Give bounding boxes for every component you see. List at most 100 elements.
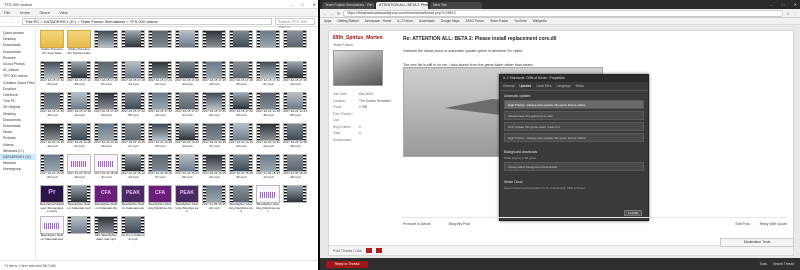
file-item[interactable]: 2017-10-22 14-18-35.mp4 <box>256 92 280 122</box>
bookmark-item[interactable]: Apps <box>324 18 331 24</box>
file-item[interactable]: 2017-10-15 17-50-09.mp4 <box>202 92 226 122</box>
file-item[interactable]: 2017-10-22 15-04-18.mp4 <box>67 154 91 184</box>
close-icon[interactable]: ✕ <box>794 0 797 9</box>
file-item[interactable]: 2017-10-15 17-23-40.mp4 <box>175 61 199 91</box>
bookmark-item[interactable]: Aerospace - Home <box>365 18 392 24</box>
file-item[interactable]: Pr BeaufighterMultiplayer-Shenanigans.prp… <box>40 185 64 215</box>
dialog-tab[interactable]: General <box>503 84 514 88</box>
close-icon[interactable]: ✕ <box>313 0 316 8</box>
reply-to-thread-button[interactable]: Reply to Thread <box>326 260 368 268</box>
file-item[interactable]: 2017-10-22 14-45-37.mp4 <box>202 123 226 153</box>
file-item[interactable]: 2017-10-15 17-26-18.mp4 <box>202 61 226 91</box>
file-item[interactable]: 2017-10-22 14-42-13.mp4 <box>175 123 199 153</box>
bookmark-item[interactable]: ATAG Forum <box>466 18 484 24</box>
file-item[interactable] <box>67 216 91 246</box>
bookmark-item[interactable]: Getting Started <box>337 18 358 24</box>
file-item[interactable]: 2017-10-22 14-28-41.mp4 <box>67 123 91 153</box>
menu-icon[interactable]: ⋮ <box>793 11 797 16</box>
minimize-icon[interactable]: – <box>770 0 772 9</box>
file-item[interactable]: CFA Beaufighter Raid on Kalamaki.cfa <box>94 185 118 215</box>
bookmark-item[interactable]: Google Maps <box>441 18 460 24</box>
ribbon-tab-share[interactable]: Share <box>39 10 50 15</box>
file-item[interactable]: 2017-10-15 17-28-55.mp4 <box>229 61 253 91</box>
browser-tab[interactable]: Team Fusion Simulations - Re: ATTENTION … <box>322 2 374 9</box>
url-input[interactable]: https://theairtacticalassaultgroup.com/f… <box>343 9 784 17</box>
file-item[interactable]: 2017-10-15 17-33-29.mp4 <box>283 61 307 91</box>
back-arrow-icon[interactable]: ← <box>323 11 327 16</box>
forward-arrow-icon[interactable]: → <box>330 11 334 16</box>
file-item[interactable]: 2017-10-22 14-35-27.mp4 <box>121 123 145 153</box>
nav-item[interactable]: Homegroup <box>0 166 35 172</box>
background-download-select[interactable]: Always allow background downloads <box>504 162 644 171</box>
file-item[interactable]: 2017-10-15 17-38-12.mp4 <box>67 92 91 122</box>
file-item[interactable]: 2017-10-22 14-55-48.mp4 <box>283 123 307 153</box>
search-input[interactable]: Search TFS 000 videos <box>275 18 315 29</box>
promote-to-article-link[interactable]: Promote to Article <box>403 222 431 226</box>
file-item[interactable]: Adobe Premiere Pro Preview Files <box>67 30 91 60</box>
maximize-icon[interactable]: □ <box>301 0 303 8</box>
file-item[interactable]: 2017-10-15 17-14-35.mp4 <box>67 61 91 91</box>
file-item[interactable] <box>148 30 172 60</box>
address-path[interactable]: This PC > DATADRIVE1 (D:) > Team Fusion … <box>22 18 272 25</box>
browser-tab[interactable]: New Tab <box>430 2 482 9</box>
file-item[interactable]: 2017-10-22 14-49-02.mp4 <box>229 123 253 153</box>
dialog-tab[interactable]: Local Files <box>536 84 551 88</box>
file-item[interactable]: 2017-11-05 18-40-12.mp4 <box>256 154 280 184</box>
nav-item[interactable]: Creative Cloud Files <box>0 80 35 86</box>
file-item[interactable]: 2017-10-22 14-32-06.mp4 <box>94 123 118 153</box>
file-item[interactable]: Adobe Premiere Pro Auto-Save <box>40 30 64 60</box>
file-item[interactable]: 2017-10-22 15-12-44.mp4 <box>121 154 145 184</box>
reload-icon[interactable]: ↻ <box>337 11 340 16</box>
bookmark-item[interactable]: IL-2 Forum <box>397 18 413 24</box>
author-name[interactable]: 69th_Spirtus_Morten <box>333 35 393 41</box>
file-item[interactable]: 2017-10-15 17-18-44.mp4 <box>121 61 145 91</box>
file-item[interactable] <box>229 30 253 60</box>
like-icon[interactable] <box>375 248 382 253</box>
file-item[interactable]: 2017-10-15 17-40-33.mp4 <box>94 92 118 122</box>
dialog-close-button[interactable]: CLOSE <box>624 210 642 216</box>
back-arrow-icon[interactable]: ← <box>3 19 7 24</box>
search-thread-link[interactable]: Search Thread <box>773 262 794 266</box>
bookmark-item[interactable]: Downloads <box>419 18 435 24</box>
file-item[interactable]: PEAK Beaufighter Raid on Kalamaki.pek <box>121 185 145 215</box>
file-item[interactable]: 2017-10-22 15-00-06.mp4 <box>40 154 64 184</box>
file-item[interactable]: Beaufighter Raid on Kalamaki.wav <box>40 216 64 246</box>
file-item[interactable]: 2017-10-22 15-25-22.mp4 <box>202 154 226 184</box>
dialog-tab[interactable]: Betas <box>576 84 584 88</box>
file-item[interactable] <box>283 30 307 60</box>
moderation-tools-button[interactable]: Moderation Tools <box>720 238 794 247</box>
file-item[interactable]: Ro Dorm Kalamaki.mp4 <box>121 216 145 246</box>
file-item[interactable] <box>121 30 145 60</box>
ribbon-tab-home[interactable]: Home <box>20 10 31 15</box>
file-item[interactable]: Beaufighter Attacking Warships.mp4 <box>229 185 253 215</box>
file-item[interactable]: 2017-10-15 17-35-48.mp4 <box>40 92 64 122</box>
ribbon-tab-file[interactable]: File <box>4 10 10 15</box>
ribbon-tab-view[interactable]: View <box>59 10 68 15</box>
up-arrow-icon[interactable]: ↑ <box>17 19 19 24</box>
dialog-tab[interactable]: Updates <box>519 84 531 88</box>
maximize-icon[interactable]: □ <box>782 0 784 9</box>
file-item[interactable]: 2017-10-15 17-12-09.mp4 <box>40 61 64 91</box>
file-item[interactable]: Beaufighter Raid on Kalamaki.mp4 <box>67 185 91 215</box>
blog-this-post-link[interactable]: Blog this Post <box>449 222 470 226</box>
file-item[interactable] <box>283 185 307 215</box>
reply-with-quote-button[interactable]: Reply With Quote <box>760 222 787 226</box>
update-option[interactable]: High Priority - Always auto-update this … <box>504 133 644 142</box>
forward-arrow-icon[interactable]: → <box>10 19 14 24</box>
bookmark-item[interactable]: Wikipedia <box>533 18 547 24</box>
file-item[interactable]: 2017-10-15 17-52-30.mp4 <box>229 92 253 122</box>
file-item[interactable]: 2017-10-15 17-16-51.mp4 <box>94 61 118 91</box>
thanks-icon[interactable] <box>365 248 372 253</box>
file-item[interactable] <box>175 30 199 60</box>
dialog-tab[interactable]: Language <box>556 84 570 88</box>
update-option[interactable]: Always keep this game up to date <box>504 111 644 120</box>
file-item[interactable]: 2017-10-22 14-21-55.mp4 <box>283 92 307 122</box>
browser-tab-active[interactable]: ATTENTION ALL: BETA 2: Please install re… <box>376 2 428 9</box>
file-item[interactable]: 2017-10-22 15-29-35.mp4 <box>229 154 253 184</box>
update-option[interactable]: Only update this game when I launch it <box>504 122 644 131</box>
bookmark-item[interactable]: YouTube <box>514 18 527 24</box>
star-icon[interactable]: ☆ <box>786 11 790 16</box>
update-option[interactable]: High Priority - Always auto-update this … <box>504 100 644 109</box>
file-item[interactable]: Mk1 Beaufighter dawn raid.mp4 <box>94 216 118 246</box>
file-item[interactable] <box>202 30 226 60</box>
